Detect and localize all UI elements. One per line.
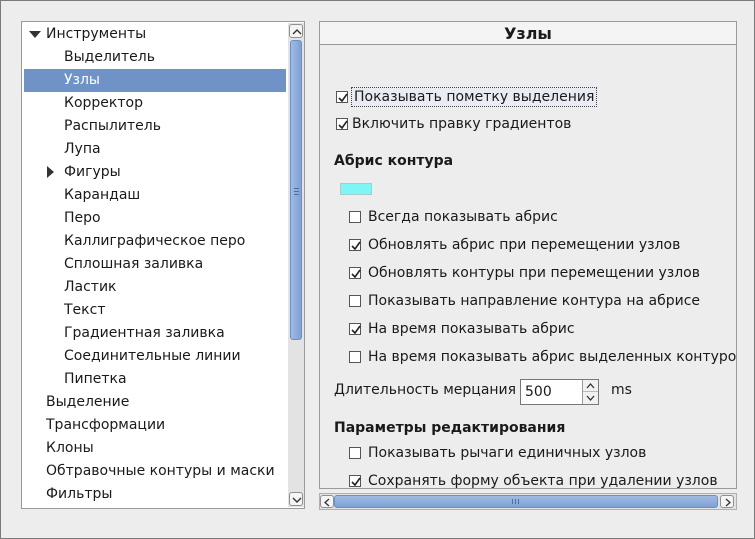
scroll-up-button[interactable] (289, 24, 303, 38)
checkbox-box[interactable] (349, 323, 361, 335)
expander-collapsed-icon[interactable] (44, 161, 56, 184)
increment-button[interactable] (583, 380, 598, 392)
chevron-down-icon (292, 497, 302, 503)
chevron-left-icon (324, 498, 330, 507)
checkbox-box[interactable] (349, 447, 361, 459)
tree-item[interactable]: Клоны (24, 437, 286, 460)
option-label: Всегда показывать абрис (368, 209, 558, 225)
tree-item-label: Узлы (64, 72, 100, 88)
preferences-window: Инструменты Выделитель Узлы Корректор Распыл… (0, 0, 755, 539)
show-selection-cue-label: Показывать пометку выделения (351, 87, 598, 107)
checkmark-icon (351, 241, 361, 251)
scroll-down-button[interactable] (289, 492, 303, 506)
tree-item[interactable]: Пипетка (24, 368, 286, 391)
checkbox-box[interactable] (349, 475, 361, 487)
flash-time-unit: ms (611, 382, 632, 398)
tree-item[interactable]: Корректор (24, 92, 286, 115)
scroll-left-button[interactable] (320, 495, 334, 508)
option-label: На время показывать абрис выделенных кон… (368, 349, 736, 365)
tree-item-label: Сплошная заливка (64, 256, 204, 272)
scroll-right-button[interactable] (720, 495, 734, 508)
tree-scroll-thumb[interactable] (290, 40, 302, 340)
tree-item-label: Трансформации (46, 417, 166, 433)
expander-expanded-icon[interactable] (28, 23, 41, 46)
tree-item-label: Соединительные линии (64, 348, 241, 364)
tree-item[interactable]: Обтравочные контуры и маски (24, 460, 286, 483)
checkmark-icon (351, 325, 361, 335)
tree-item-label: Распылитель (64, 118, 161, 134)
checkmark-icon (338, 120, 348, 130)
tree-item[interactable]: Градиентная заливка (24, 322, 286, 345)
tree-item[interactable]: Карандаш (24, 184, 286, 207)
chevron-down-icon (586, 395, 595, 401)
chevron-up-icon (292, 29, 302, 35)
option-label: Обновлять контуры при перемещении узлов (368, 265, 700, 281)
tree-item[interactable]: Выделитель (24, 46, 286, 69)
tree-item-label: Обтравочные контуры и маски (46, 463, 275, 479)
path-outline-section-title: Абрис контура (334, 153, 454, 169)
tree-item[interactable]: Перо (24, 207, 286, 230)
tree-item[interactable]: Фильтры (24, 483, 286, 506)
option-label: Обновлять абрис при перемещении узлов (368, 237, 681, 253)
tree-item-label: Лупа (64, 141, 101, 157)
node-tool-settings-panel: Узлы Показывать пометку выделения Включи… (319, 21, 737, 489)
tree-item[interactable]: Фигуры (24, 161, 286, 184)
option-label: На время показывать абрис (368, 321, 575, 337)
decrement-button[interactable] (583, 392, 598, 404)
tree-item-label: Фильтры (46, 486, 113, 502)
checkbox-box[interactable] (349, 267, 361, 279)
checkmark-icon (338, 93, 348, 103)
tree-item[interactable]: Трансформации (24, 414, 286, 437)
tree-item[interactable]: Инструменты (24, 23, 286, 46)
option-label: Сохранять форму объекта при удалении узл… (368, 473, 718, 488)
tree-item[interactable]: Каллиграфическое перо (24, 230, 286, 253)
panel-horizontal-scrollbar[interactable] (319, 493, 737, 510)
tree-item[interactable]: Текст (24, 299, 286, 322)
chevron-right-icon (725, 498, 731, 507)
tree-item-label: Градиентная заливка (64, 325, 225, 341)
flash-time-label: Длительность мерцания (334, 382, 517, 398)
tree-item-label: Инструменты (46, 26, 147, 42)
tree-item-label: Карандаш (64, 187, 141, 203)
tree-item-label: Ластик (64, 279, 117, 295)
checkbox-box[interactable] (336, 91, 348, 103)
checkmark-icon (351, 477, 361, 487)
tree-item[interactable]: Соединительные линии (24, 345, 286, 368)
tree-item[interactable]: Лупа (24, 138, 286, 161)
tree-item[interactable]: Ластик (24, 276, 286, 299)
tree-item-label: Клоны (46, 440, 94, 456)
tree-item-label: Фигуры (64, 164, 121, 180)
tree-item-label: Текст (64, 302, 106, 318)
tree-item[interactable]: Распылитель (24, 115, 286, 138)
tree-item-label: Пипетка (64, 371, 127, 387)
tree-item-label: Каллиграфическое перо (64, 233, 246, 249)
checkbox-box[interactable] (349, 295, 361, 307)
tree-list: Инструменты Выделитель Узлы Корректор Распыл… (22, 22, 288, 508)
checkmark-icon (351, 269, 361, 279)
flash-time-value[interactable]: 500 (525, 380, 552, 404)
option-label: Показывать рычаги единичных узлов (368, 445, 647, 461)
tree-item-label: Выделитель (64, 49, 155, 65)
tree-item[interactable]: Сплошная заливка (24, 253, 286, 276)
tree-item[interactable]: Выделение (24, 391, 286, 414)
checkbox-box[interactable] (349, 351, 361, 363)
tree-item-label: Корректор (64, 95, 143, 111)
tree-item-label: Выделение (46, 394, 130, 410)
checkbox-box[interactable] (336, 118, 348, 130)
panel-scroll-thumb[interactable] (334, 495, 718, 508)
flash-time-spinbox[interactable]: 500 (520, 379, 599, 405)
checkbox-box[interactable] (349, 239, 361, 251)
tree-vertical-scrollbar[interactable] (288, 23, 304, 507)
chevron-up-icon (586, 383, 595, 389)
tree-item[interactable]: Узлы (24, 69, 286, 92)
enable-gradient-editing-label: Включить правку градиентов (352, 116, 572, 132)
checkbox-box[interactable] (349, 211, 361, 223)
tree-item-label: Перо (64, 210, 101, 226)
preferences-tree: Инструменты Выделитель Узлы Корректор Распыл… (21, 21, 305, 509)
page-title: Узлы (320, 22, 736, 45)
editing-section-title: Параметры редактирования (334, 420, 566, 436)
path-outline-color-button[interactable] (340, 183, 372, 195)
option-label: Показывать направление контура на абрисе (368, 293, 701, 309)
